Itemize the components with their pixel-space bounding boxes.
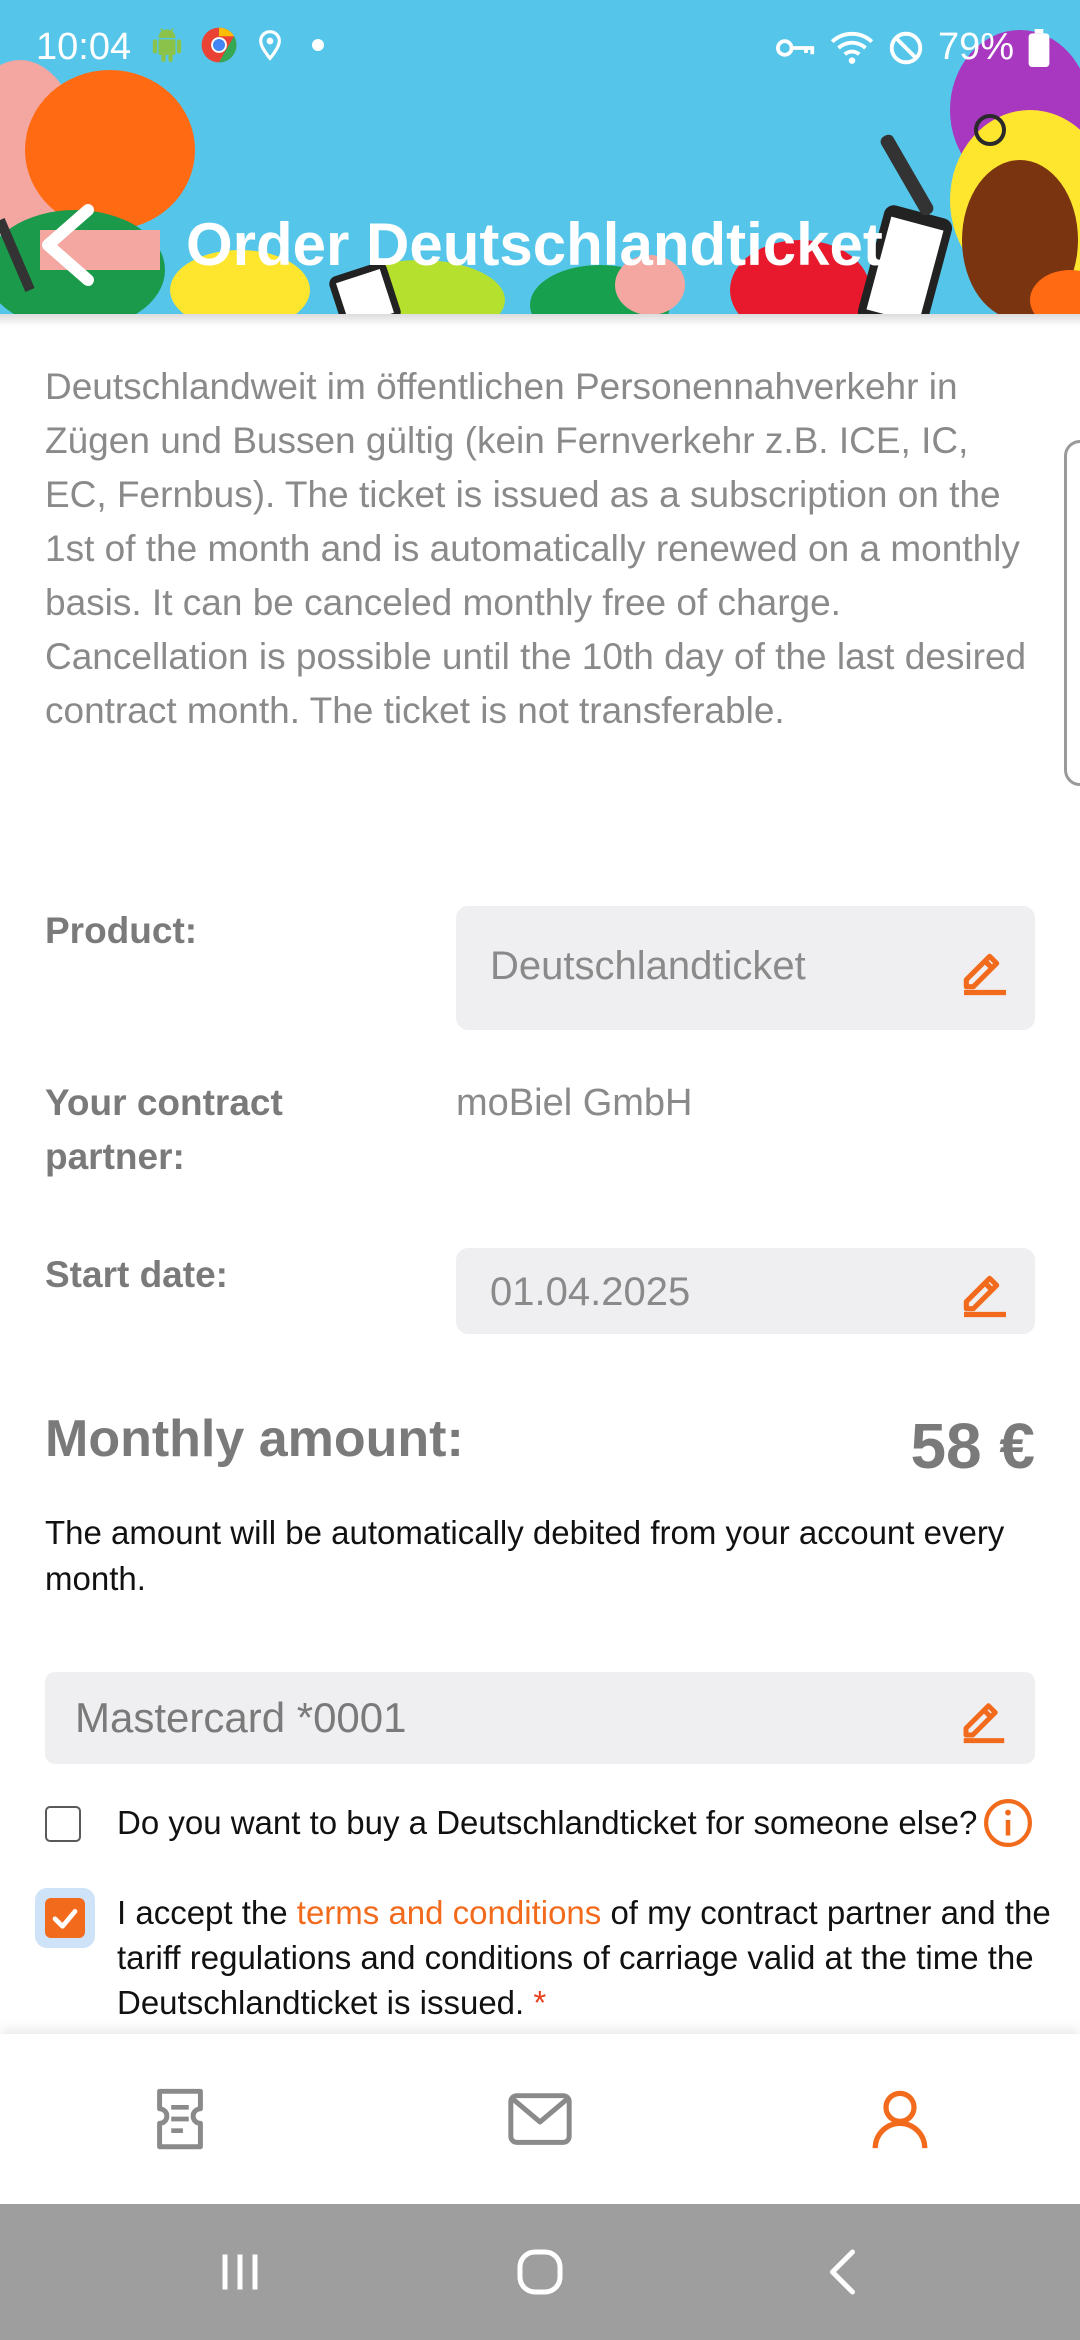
dot-icon [312, 39, 324, 51]
edit-icon[interactable] [957, 940, 1013, 996]
buy-for-someone-else-checkbox[interactable] [45, 1806, 81, 1842]
start-date-label: Start date: [45, 1254, 228, 1295]
wifi-icon [830, 31, 874, 64]
messages-icon[interactable] [505, 2084, 575, 2154]
contract-partner-label: Your contract partner: [45, 1082, 283, 1177]
side-drawer-handle[interactable] [1064, 440, 1080, 786]
product-label: Product: [45, 910, 198, 951]
product-field[interactable]: Deutschlandticket [456, 906, 1035, 1030]
buy-for-someone-else-row: Do you want to buy a Deutschlandticket f… [45, 1798, 1045, 1850]
info-icon[interactable] [983, 1798, 1033, 1848]
battery-percent: 79% [937, 26, 1014, 68]
do-not-disturb-icon [889, 31, 923, 64]
back-nav-icon[interactable] [815, 2242, 875, 2302]
terms-link[interactable]: terms and conditions [297, 1894, 602, 1931]
contract-partner-value: moBiel GmbH [456, 1082, 693, 1124]
start-date-value: 01.04.2025 [490, 1270, 691, 1314]
system-navigation-bar [0, 2204, 1080, 2340]
edit-icon[interactable] [957, 1262, 1013, 1318]
terms-text: I accept the terms and conditions of my … [117, 1890, 1077, 2025]
location-icon [259, 30, 281, 61]
start-date-field[interactable]: 01.04.2025 [456, 1248, 1035, 1334]
payment-method-value: Mastercard *0001 [75, 1694, 407, 1741]
terms-checkbox[interactable] [35, 1888, 95, 1948]
required-mark: * [533, 1984, 547, 2021]
checkmark-icon [52, 1909, 78, 1929]
app-header: 10:04 79% Order Deutschlandticket [0, 0, 1080, 314]
key-icon [775, 38, 815, 57]
recent-apps-icon[interactable] [210, 2242, 270, 2302]
status-bar: 10:04 79% [0, 0, 1080, 100]
bottom-navigation [0, 2034, 1080, 2204]
buy-for-someone-else-label: Do you want to buy a Deutschlandticket f… [117, 1804, 978, 1841]
edit-icon[interactable] [957, 1690, 1011, 1744]
tickets-icon[interactable] [145, 2084, 215, 2154]
battery-icon [1028, 28, 1050, 67]
android-icon [152, 28, 182, 62]
product-value: Deutschlandticket [490, 944, 806, 988]
terms-row: I accept the terms and conditions of my … [35, 1888, 1051, 2028]
header-shadow [0, 314, 1080, 326]
back-button[interactable] [30, 190, 110, 300]
monthly-amount-label: Monthly amount: [45, 1410, 464, 1468]
home-icon[interactable] [510, 2242, 570, 2302]
order-form: Deutschlandweit im öffentlichen Personen… [0, 314, 1080, 2034]
page-title: Order Deutschlandticket [186, 211, 883, 278]
status-time: 10:04 [36, 26, 132, 68]
profile-icon[interactable] [865, 2084, 935, 2154]
debit-note: The amount will be automatically debited… [45, 1514, 1005, 1597]
terms-prefix: I accept the [117, 1894, 297, 1931]
payment-method-field[interactable]: Mastercard *0001 [45, 1672, 1035, 1764]
ticket-description: Deutschlandweit im öffentlichen Personen… [45, 366, 1027, 731]
monthly-amount-value: 58 € [910, 1410, 1035, 1482]
chrome-icon [201, 27, 237, 63]
